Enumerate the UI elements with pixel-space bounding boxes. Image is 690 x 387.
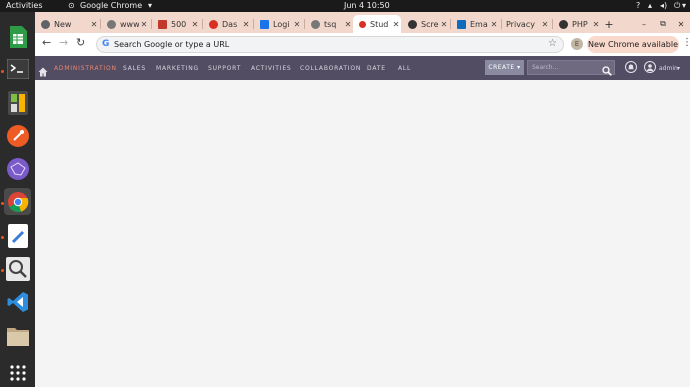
tab[interactable]: Logi ✕ bbox=[254, 15, 302, 33]
nav-marketing[interactable]: MARKETING bbox=[156, 56, 199, 82]
image-viewer-app-icon[interactable] bbox=[4, 255, 31, 282]
omnibox-placeholder: Search Google or type a URL bbox=[114, 40, 230, 49]
app-grid-icon[interactable] bbox=[4, 359, 31, 386]
postman-app-icon[interactable] bbox=[4, 122, 31, 149]
nav-all[interactable]: ALL bbox=[398, 56, 411, 82]
omnibox[interactable]: G Search Google or type a URL ☆ bbox=[96, 36, 564, 53]
tab-favicon bbox=[408, 19, 417, 29]
home-icon[interactable] bbox=[38, 62, 48, 81]
network-tool-app-icon[interactable] bbox=[4, 155, 31, 182]
app-menu[interactable]: Google Chrome bbox=[80, 0, 142, 12]
tab[interactable]: www ✕ bbox=[101, 15, 149, 33]
chevron-down-icon[interactable]: ▾ bbox=[677, 56, 680, 82]
volume-icon[interactable]: ◂) bbox=[660, 0, 667, 12]
close-icon[interactable]: ✕ bbox=[139, 20, 149, 29]
bookmark-star-icon[interactable]: ☆ bbox=[548, 38, 557, 49]
back-icon[interactable]: ← bbox=[42, 36, 51, 49]
close-icon[interactable]: ✕ bbox=[343, 20, 353, 29]
tab-favicon bbox=[457, 19, 466, 29]
close-icon[interactable]: ✕ bbox=[89, 20, 99, 29]
app-nav-bar: ADMINISTRATION SALES MARKETING SUPPORT A… bbox=[35, 56, 690, 80]
chevron-down-icon: ▾ bbox=[148, 1, 153, 10]
tab-favicon bbox=[359, 20, 366, 28]
terminal-app-icon[interactable] bbox=[4, 55, 31, 82]
chrome-app-icon[interactable] bbox=[4, 188, 31, 215]
tab-strip: New ✕ www ✕ 500 ✕ Das ✕ Logi ✕ tsq ✕ Stu… bbox=[35, 12, 690, 33]
forward-icon[interactable]: → bbox=[59, 36, 68, 49]
chrome-update-button[interactable]: New Chrome available bbox=[587, 36, 679, 53]
tab[interactable]: Ema ✕ bbox=[451, 15, 499, 33]
tab[interactable]: PHP ✕ bbox=[553, 15, 601, 33]
nav-sales[interactable]: SALES bbox=[123, 56, 146, 82]
create-button[interactable]: CREATE ▾ bbox=[485, 60, 524, 75]
profile-avatar[interactable]: E bbox=[571, 38, 583, 50]
tab[interactable]: Privacy ✕ bbox=[502, 15, 550, 33]
tab-favicon bbox=[559, 19, 568, 29]
user-name[interactable]: admin bbox=[659, 56, 678, 82]
user-avatar-icon[interactable] bbox=[644, 61, 656, 73]
restore-icon[interactable]: ⧉ bbox=[658, 15, 668, 33]
close-icon[interactable]: ✕ bbox=[241, 20, 251, 29]
chrome-app-icon: ⊙ bbox=[68, 1, 75, 10]
tab-favicon bbox=[209, 19, 218, 29]
nav-collaboration[interactable]: COLLABORATION bbox=[300, 56, 361, 82]
reload-icon[interactable]: ↻ bbox=[76, 36, 85, 49]
tab-favicon bbox=[107, 19, 116, 29]
close-window-icon[interactable]: ✕ bbox=[676, 15, 686, 33]
text-editor-app-icon[interactable] bbox=[4, 222, 31, 249]
search-icon[interactable] bbox=[602, 61, 612, 80]
tab-favicon bbox=[260, 19, 269, 29]
nav-support[interactable]: SUPPORT bbox=[208, 56, 241, 82]
tab-favicon bbox=[41, 19, 50, 29]
menu-kebab-icon[interactable]: ⋮ bbox=[682, 37, 690, 48]
nav-administration[interactable]: ADMINISTRATION bbox=[54, 56, 117, 82]
minimize-icon[interactable]: – bbox=[639, 15, 649, 33]
help-icon[interactable]: ? bbox=[636, 0, 640, 12]
nav-activities[interactable]: ACTIVITIES bbox=[251, 56, 292, 82]
tab[interactable]: tsq ✕ bbox=[305, 15, 353, 33]
toolbar: ← → ↻ G Search Google or type a URL ☆ E … bbox=[35, 33, 690, 57]
close-icon[interactable]: ✕ bbox=[540, 20, 550, 29]
activities-button[interactable]: Activities bbox=[6, 0, 43, 12]
close-icon[interactable]: ✕ bbox=[591, 20, 601, 29]
tab-active[interactable]: Stud ✕ bbox=[353, 15, 401, 33]
power-icon[interactable]: ⏻ bbox=[674, 0, 680, 12]
google-icon: G bbox=[102, 39, 110, 49]
tab[interactable]: Scre ✕ bbox=[402, 15, 449, 33]
close-icon[interactable]: ✕ bbox=[292, 20, 302, 29]
tab[interactable]: Das ✕ bbox=[203, 15, 251, 33]
new-tab-button[interactable]: + bbox=[602, 15, 616, 33]
files-app-icon[interactable] bbox=[4, 322, 31, 349]
close-icon[interactable]: ✕ bbox=[391, 20, 401, 29]
close-icon[interactable]: ✕ bbox=[190, 20, 200, 29]
spreadsheet-app-icon[interactable] bbox=[4, 23, 31, 50]
close-icon[interactable]: ✕ bbox=[439, 20, 449, 29]
calculator-app-icon[interactable] bbox=[4, 89, 31, 116]
tab[interactable]: 500 ✕ bbox=[152, 15, 200, 33]
network-icon[interactable]: ▴ bbox=[648, 0, 652, 12]
main-content bbox=[35, 80, 690, 387]
tab-favicon bbox=[158, 19, 167, 29]
nav-date[interactable]: DATE bbox=[367, 56, 386, 82]
close-icon[interactable]: ✕ bbox=[489, 20, 499, 29]
tab[interactable]: New ✕ bbox=[35, 15, 99, 33]
notifications-icon[interactable] bbox=[625, 61, 637, 73]
chevron-down-icon: ▾ bbox=[682, 1, 687, 10]
dock bbox=[0, 12, 35, 387]
clock[interactable]: Jun 4 10:50 bbox=[344, 0, 390, 12]
vscode-app-icon[interactable] bbox=[4, 288, 31, 315]
system-top-bar: Activities ⊙ Google Chrome ▾ Jun 4 10:50… bbox=[0, 0, 690, 12]
tab-favicon bbox=[311, 19, 320, 29]
